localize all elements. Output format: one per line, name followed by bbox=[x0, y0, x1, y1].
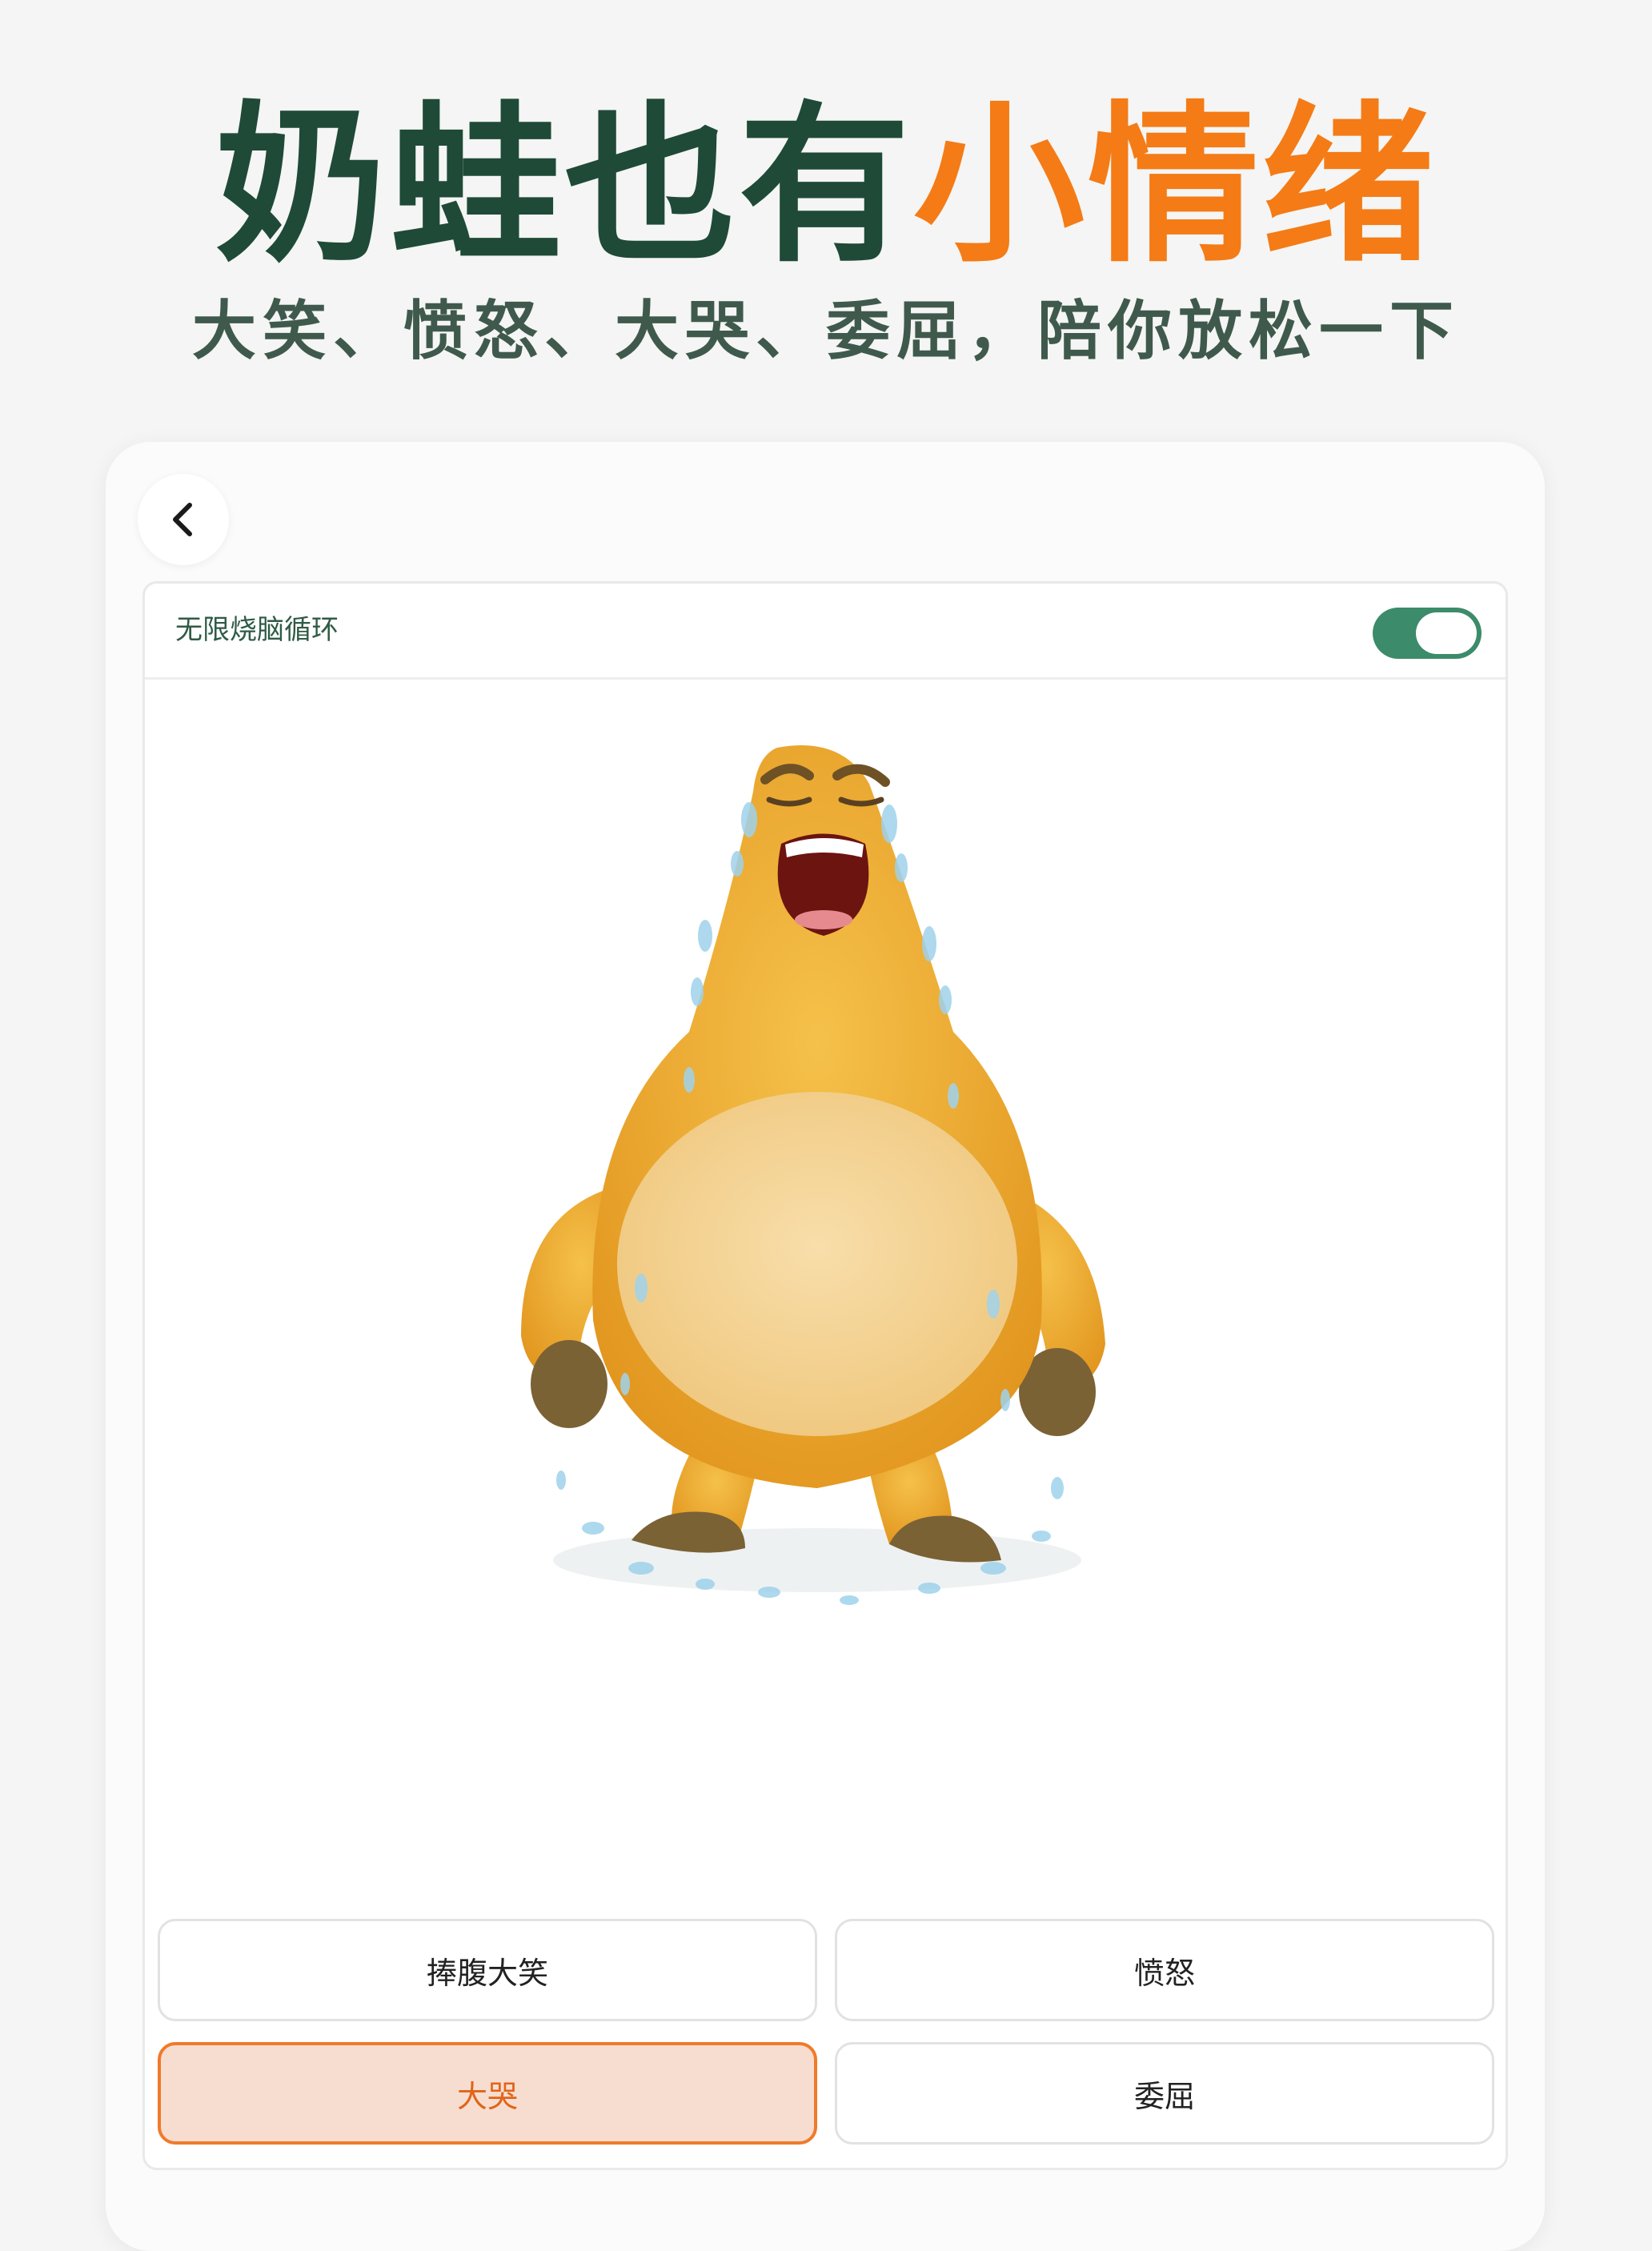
chevron-left-icon bbox=[173, 503, 192, 536]
headline-part-1: 奶蛙也有 bbox=[215, 86, 913, 286]
crying-character-illustration bbox=[521, 745, 1105, 1605]
app-screen-card: 无限烧脑循环 捧腹大笑 愤怒 大哭 委屈 bbox=[106, 442, 1545, 2251]
loop-setting-label: 无限烧脑循环 bbox=[175, 614, 339, 646]
mood-button-angry[interactable]: 愤怒 bbox=[835, 1919, 1494, 2021]
headline-part-2: 小情绪 bbox=[913, 86, 1437, 286]
character-stage bbox=[145, 680, 1506, 1680]
promo-headline: 奶蛙也有小情绪 bbox=[0, 94, 1652, 279]
promo-subtitle: 大笑、愤怒、大哭、委屈，陪你放松一下 bbox=[192, 294, 1460, 368]
back-button[interactable] bbox=[138, 474, 229, 565]
mood-button-cry[interactable]: 大哭 bbox=[158, 2042, 817, 2145]
mood-button-laugh[interactable]: 捧腹大笑 bbox=[158, 1919, 817, 2021]
loop-setting-row: 无限烧脑循环 bbox=[145, 584, 1506, 680]
toggle-knob bbox=[1416, 612, 1477, 654]
loop-toggle[interactable] bbox=[1373, 608, 1482, 659]
emotion-panel: 无限烧脑循环 捧腹大笑 愤怒 大哭 委屈 bbox=[142, 581, 1508, 2170]
mood-button-wronged[interactable]: 委屈 bbox=[835, 2042, 1494, 2145]
